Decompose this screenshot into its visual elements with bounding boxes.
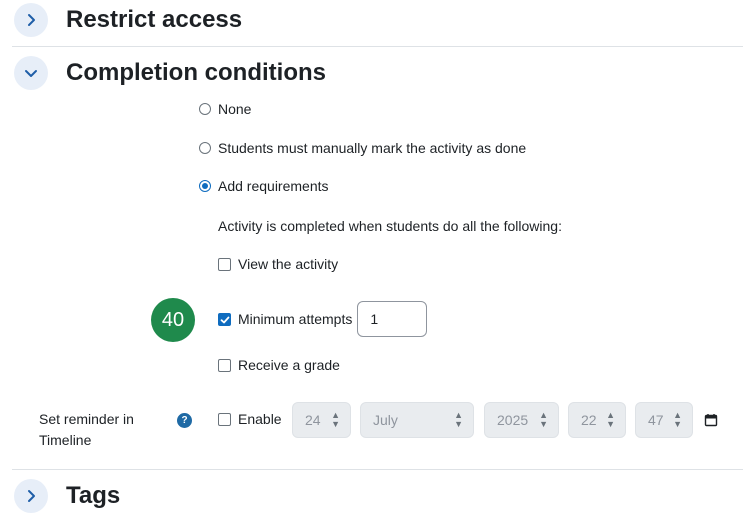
step-badge: 40	[151, 298, 195, 342]
select-arrows-icon: ▲ ▼	[454, 410, 463, 429]
reminder-hour-value: 22	[581, 412, 597, 428]
radio-none[interactable]	[199, 103, 211, 115]
reminder-day-value: 24	[305, 412, 321, 428]
reminder-enable-checkbox[interactable]	[218, 412, 231, 426]
receive-grade-row[interactable]: Receive a grade	[218, 357, 340, 373]
requirements-intro: Activity is completed when students do a…	[218, 218, 562, 234]
radio-option-none[interactable]: None	[199, 101, 251, 117]
receive-grade-checkbox[interactable]	[218, 358, 231, 372]
reminder-minute-select[interactable]: 47 ▲ ▼	[635, 402, 693, 438]
minimum-attempts-input[interactable]	[357, 301, 428, 337]
tags-header[interactable]: Tags	[14, 479, 120, 513]
checkmark-icon	[220, 316, 230, 323]
reminder-year-select[interactable]: 2025 ▲ ▼	[484, 402, 559, 438]
chevron-down-icon[interactable]	[14, 56, 48, 90]
radio-option-add-requirements[interactable]: Add requirements	[199, 178, 329, 194]
section-title-restrict-access[interactable]: Restrict access	[66, 6, 242, 34]
minimum-attempts-checkbox[interactable]	[218, 312, 231, 326]
minimum-attempts-label[interactable]: Minimum attempts	[238, 311, 352, 327]
calendar-icon[interactable]	[704, 413, 718, 432]
reminder-label-line2: Timeline	[39, 432, 92, 448]
reminder-label: Set reminder in Timeline	[39, 409, 149, 451]
divider	[12, 469, 743, 470]
radio-option-manual[interactable]: Students must manually mark the activity…	[199, 140, 526, 156]
reminder-label-line1: Set reminder in	[39, 411, 134, 427]
minimum-attempts-row[interactable]: Minimum attempts	[218, 301, 428, 337]
restrict-access-header[interactable]: Restrict access	[14, 3, 242, 37]
reminder-enable-row[interactable]: Enable	[218, 411, 282, 427]
chevron-right-icon[interactable]	[14, 3, 48, 37]
reminder-day-select[interactable]: 24 ▲ ▼	[292, 402, 351, 438]
reminder-year-value: 2025	[497, 412, 529, 428]
select-arrows-icon: ▲ ▼	[606, 410, 615, 429]
radio-add-requirements[interactable]	[199, 180, 211, 192]
reminder-month-value: July	[373, 412, 398, 428]
reminder-month-select[interactable]: July ▲ ▼	[360, 402, 474, 438]
completion-conditions-header[interactable]: Completion conditions	[14, 56, 326, 90]
select-arrows-icon: ▲ ▼	[331, 410, 340, 429]
select-arrows-icon: ▲ ▼	[673, 410, 682, 429]
view-activity-checkbox[interactable]	[218, 257, 231, 271]
reminder-hour-select[interactable]: 22 ▲ ▼	[568, 402, 626, 438]
radio-label-manual[interactable]: Students must manually mark the activity…	[218, 140, 526, 156]
radio-label-add-requirements[interactable]: Add requirements	[218, 178, 329, 194]
select-arrows-icon: ▲ ▼	[539, 410, 548, 429]
reminder-enable-label[interactable]: Enable	[238, 411, 282, 427]
divider	[12, 46, 743, 47]
view-activity-row[interactable]: View the activity	[218, 256, 338, 272]
radio-label-none[interactable]: None	[218, 101, 251, 117]
help-icon[interactable]: ?	[177, 413, 192, 428]
radio-manual[interactable]	[199, 142, 211, 154]
reminder-minute-value: 47	[648, 412, 664, 428]
section-title-completion-conditions[interactable]: Completion conditions	[66, 59, 326, 87]
receive-grade-label[interactable]: Receive a grade	[238, 357, 340, 373]
view-activity-label[interactable]: View the activity	[238, 256, 338, 272]
section-title-tags[interactable]: Tags	[66, 482, 120, 510]
chevron-right-icon[interactable]	[14, 479, 48, 513]
